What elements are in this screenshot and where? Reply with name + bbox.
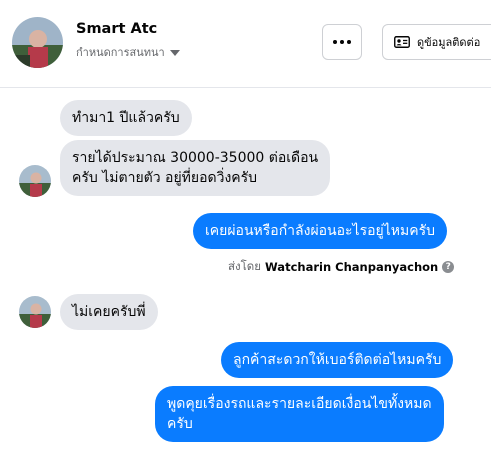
contact-avatar-small[interactable] (19, 165, 51, 197)
schedule-conversation-label: กำหนดการสนทนา (76, 46, 165, 59)
caret-down-icon (169, 49, 180, 56)
view-contact-info-label: ดูข้อมูลติดต่อ (417, 36, 481, 49)
more-options-button[interactable] (322, 24, 362, 60)
message-bubble-outgoing[interactable]: ลูกค้าสะดวกให้เบอร์ติดต่อไหมครับ (221, 342, 454, 378)
message-line: พูดคุยเรื่องรถและรายละเอียดเงื่อนไขทั้งห… (167, 396, 432, 412)
message-bubble-incoming[interactable]: ทำมา1 ปีแล้วครับ (60, 100, 192, 136)
message-line: ครับ (167, 416, 193, 432)
contact-avatar[interactable] (12, 17, 63, 68)
contact-name[interactable]: Smart Atc (76, 21, 157, 37)
sent-by-label: ส่งโดย Watcharin Chanpanyachon ? (228, 258, 455, 276)
message-line: ครับ ไม่ตายตัว อยู่ที่ยอดวิ่งครับ (72, 170, 258, 186)
sent-by-prefix: ส่งโดย (228, 259, 262, 273)
help-icon[interactable]: ? (442, 261, 455, 273)
message-bubble-outgoing[interactable]: เคยผ่อนหรือกำลังผ่อนอะไรอยู่ไหมครับ (193, 213, 447, 249)
contact-avatar-small[interactable] (19, 296, 51, 328)
contact-card-icon (394, 36, 410, 48)
view-contact-info-button[interactable]: ดูข้อมูลติดต่อ (382, 24, 491, 60)
message-bubble-incoming[interactable]: ไม่เคยครับพี่ (60, 294, 158, 330)
schedule-conversation-dropdown[interactable]: กำหนดการสนทนา (76, 43, 180, 61)
conversation-header: Smart Atc กำหนดการสนทนา ดูข้อมูลติดต่อ (0, 0, 491, 88)
sender-name[interactable]: Watcharin Chanpanyachon (265, 260, 438, 274)
message-bubble-outgoing[interactable]: พูดคุยเรื่องรถและรายละเอียดเงื่อนไขทั้งห… (155, 386, 444, 442)
message-line: รายได้ประมาณ 30000-35000 ต่อเดือน (72, 150, 319, 166)
more-dots-icon (333, 40, 351, 44)
message-bubble-incoming[interactable]: รายได้ประมาณ 30000-35000 ต่อเดือน ครับ ไ… (60, 140, 331, 196)
messenger-conversation: Smart Atc กำหนดการสนทนา ดูข้อมูลติดต่อ ท… (0, 0, 491, 449)
